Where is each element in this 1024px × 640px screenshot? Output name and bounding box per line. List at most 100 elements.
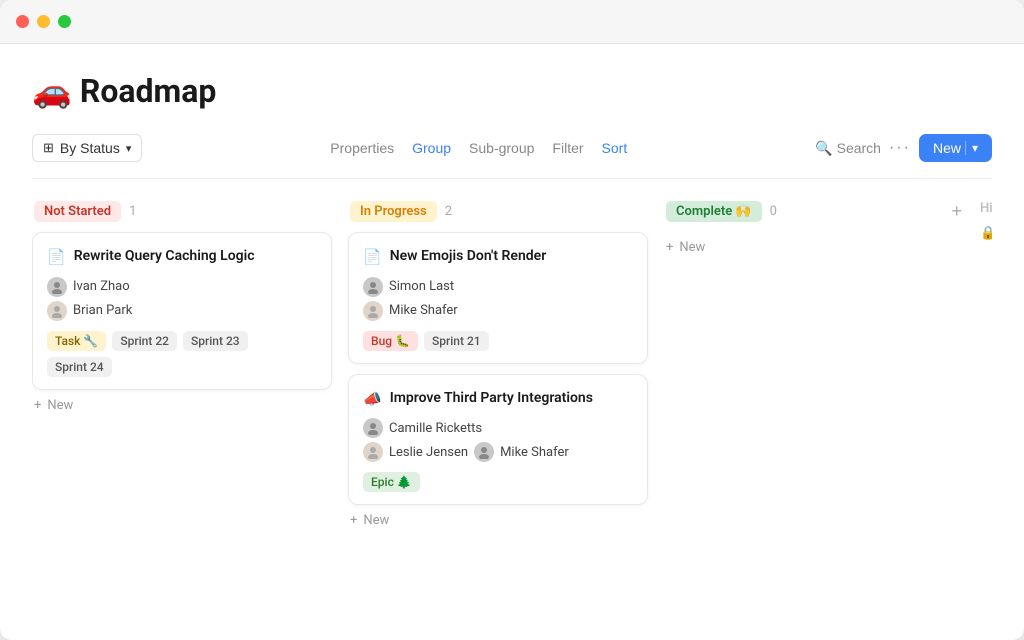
add-icon: +: [34, 398, 41, 413]
tag-sprint-23: Sprint 23: [183, 331, 248, 351]
cards-not-started: 📄 Rewrite Query Caching Logic Ivan Zhao: [32, 232, 332, 390]
add-new-complete[interactable]: + New: [664, 232, 964, 263]
page-emoji: 🚗: [32, 72, 72, 110]
tag-sprint-22: Sprint 22: [112, 331, 177, 351]
tag-epic: Epic 🌲: [363, 472, 420, 492]
member-row-inline: Leslie Jensen Mike Shafer: [363, 442, 633, 462]
app-window: 🚗 Roadmap ⊞ By Status ▾ Properties Group…: [0, 0, 1024, 640]
member-name: Mike Shafer: [389, 303, 458, 318]
card-title-row: 📣 Improve Third Party Integrations: [363, 389, 633, 409]
add-new-label: New: [679, 240, 705, 255]
page-title-row: 🚗 Roadmap: [32, 44, 992, 126]
search-label: Search: [837, 140, 881, 156]
by-status-button[interactable]: ⊞ By Status ▾: [32, 134, 142, 162]
tag-row: Bug 🐛 Sprint 21: [363, 331, 633, 351]
card-members: Camille Ricketts Leslie Jensen M: [363, 418, 633, 462]
hidden-groups-section: Hidden gro 🔒 No Sta: [980, 195, 992, 624]
avatar: [363, 277, 383, 297]
search-button[interactable]: 🔍 Search: [815, 140, 881, 157]
member-row: Ivan Zhao: [47, 277, 317, 297]
subgroup-button[interactable]: Sub-group: [469, 136, 534, 160]
card-title-text: Rewrite Query Caching Logic: [74, 247, 255, 267]
add-new-label: New: [363, 513, 389, 528]
card-title-row: 📄 Rewrite Query Caching Logic: [47, 247, 317, 267]
toolbar: ⊞ By Status ▾ Properties Group Sub-group…: [32, 126, 992, 179]
column-header-not-started: Not Started 1: [32, 195, 332, 232]
card-members: Ivan Zhao Brian Park: [47, 277, 317, 321]
maximize-dot[interactable]: [58, 15, 71, 28]
search-icon: 🔍: [815, 140, 832, 157]
column-not-started: Not Started 1 📄 Rewrite Query Caching Lo…: [32, 195, 332, 624]
board: Not Started 1 📄 Rewrite Query Caching Lo…: [32, 195, 992, 640]
status-badge-complete: Complete 🙌: [666, 201, 762, 222]
chevron-down-icon: ▾: [126, 142, 132, 155]
main-content: 🚗 Roadmap ⊞ By Status ▾ Properties Group…: [0, 44, 1024, 640]
member-row: Camille Ricketts: [363, 418, 633, 438]
add-new-not-started[interactable]: + New: [32, 390, 332, 421]
card-megaphone-icon: 📣: [363, 390, 382, 408]
tag-row: Epic 🌲: [363, 472, 633, 492]
avatar: [47, 301, 67, 321]
avatar: [474, 442, 494, 462]
avatar: [363, 442, 383, 462]
hidden-groups-header: Hidden gro: [980, 195, 992, 226]
card-title-row: 📄 New Emojis Don't Render: [363, 247, 633, 267]
column-header-in-progress: In Progress 2: [348, 195, 648, 232]
tag-sprint-24: Sprint 24: [47, 357, 112, 377]
add-icon: +: [666, 240, 673, 255]
status-badge-not-started: Not Started: [34, 201, 121, 222]
lock-icon: 🔒: [980, 226, 992, 241]
column-count-not-started: 1: [129, 204, 136, 219]
column-in-progress: In Progress 2 📄 New Emojis Don't Render: [348, 195, 648, 624]
hidden-group-no-status[interactable]: 🔒 No Sta: [980, 226, 992, 241]
add-icon: +: [350, 513, 357, 528]
filter-button[interactable]: Filter: [552, 136, 583, 160]
avatar: [363, 301, 383, 321]
table-icon: ⊞: [43, 140, 54, 156]
card-integrations[interactable]: 📣 Improve Third Party Integrations Camil…: [348, 374, 648, 506]
group-button[interactable]: Group: [412, 136, 451, 160]
tag-row: Task 🔧 Sprint 22 Sprint 23 Sprint 24: [47, 331, 317, 377]
column-complete: Complete 🙌 0 + + New: [664, 195, 964, 624]
add-new-label: New: [47, 398, 73, 413]
card-doc-icon: 📄: [363, 248, 382, 266]
page-title: Roadmap: [80, 72, 217, 110]
avatar: [47, 277, 67, 297]
column-count-in-progress: 2: [445, 204, 452, 219]
properties-button[interactable]: Properties: [330, 136, 394, 160]
by-status-label: By Status: [60, 140, 120, 156]
column-header-complete: Complete 🙌 0 +: [664, 195, 964, 232]
add-to-complete-button[interactable]: +: [951, 201, 962, 222]
member-row: Mike Shafer: [363, 301, 633, 321]
minimize-dot[interactable]: [37, 15, 50, 28]
member-name: Leslie Jensen: [389, 445, 468, 460]
tag-sprint-21: Sprint 21: [424, 331, 489, 351]
add-new-in-progress[interactable]: + New: [348, 505, 648, 536]
more-button[interactable]: ···: [889, 139, 911, 157]
member-name: Mike Shafer: [500, 445, 569, 460]
hidden-label: Hidden gro: [980, 201, 992, 216]
tag-bug: Bug 🐛: [363, 331, 418, 351]
member-row: Brian Park: [47, 301, 317, 321]
card-title-text: Improve Third Party Integrations: [390, 389, 593, 409]
cards-in-progress: 📄 New Emojis Don't Render Simon Last: [348, 232, 648, 505]
avatar: [363, 418, 383, 438]
card-rewrite-query[interactable]: 📄 Rewrite Query Caching Logic Ivan Zhao: [32, 232, 332, 390]
new-button[interactable]: New ▾: [919, 134, 992, 162]
card-doc-icon: 📄: [47, 248, 66, 266]
member-row: Simon Last: [363, 277, 633, 297]
member-name: Camille Ricketts: [389, 421, 482, 436]
member-name: Brian Park: [73, 303, 132, 318]
sort-button[interactable]: Sort: [602, 136, 628, 160]
new-label: New: [933, 140, 961, 156]
card-title-text: New Emojis Don't Render: [390, 247, 547, 267]
status-badge-in-progress: In Progress: [350, 201, 437, 222]
toolbar-left: ⊞ By Status ▾: [32, 134, 142, 162]
titlebar: [0, 0, 1024, 44]
new-dropdown-arrow: ▾: [965, 141, 978, 155]
column-count-complete: 0: [770, 204, 777, 219]
tag-task: Task 🔧: [47, 331, 106, 351]
toolbar-right: 🔍 Search ··· New ▾: [815, 134, 992, 162]
card-emojis[interactable]: 📄 New Emojis Don't Render Simon Last: [348, 232, 648, 364]
close-dot[interactable]: [16, 15, 29, 28]
